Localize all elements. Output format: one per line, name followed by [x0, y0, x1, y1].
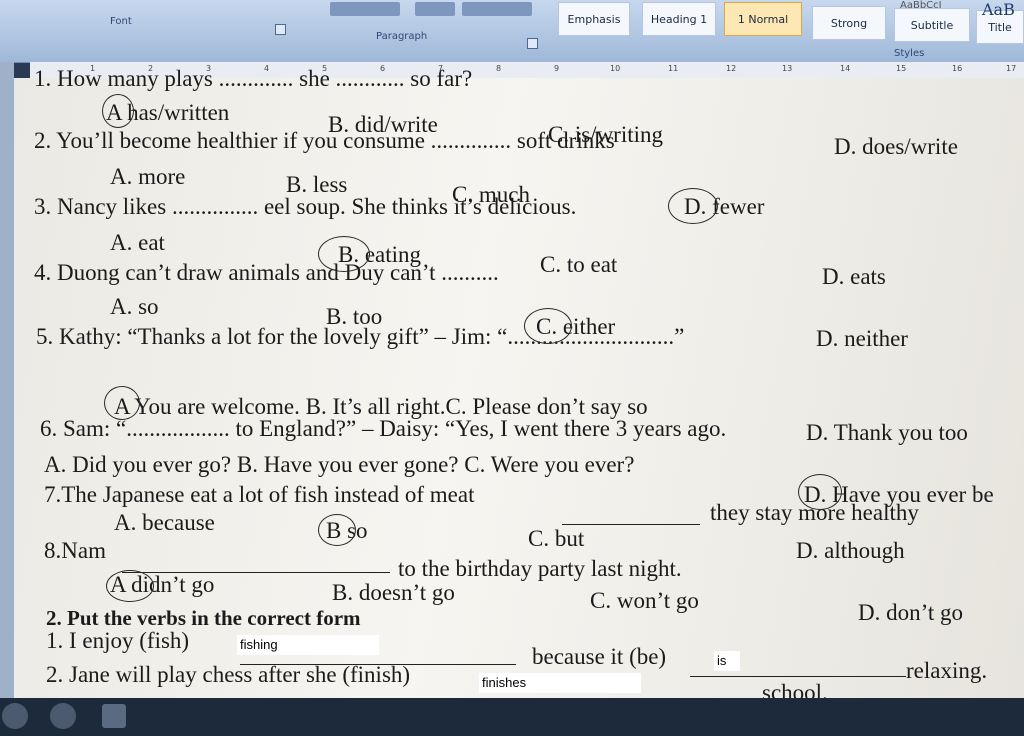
answer-circle-q6	[798, 474, 842, 510]
answer-box-is[interactable]: is	[714, 651, 740, 671]
style-preview-title: AaB	[982, 0, 1015, 19]
answer-circle-q1	[102, 94, 134, 128]
q7-option-a: A. because	[114, 510, 215, 535]
q3-option-a: A. eat	[110, 230, 165, 255]
style-preview-subtitle: AaBbCcI	[900, 0, 942, 11]
q3-option-d: D. eats	[822, 264, 886, 289]
style-strong[interactable]: Strong	[812, 6, 886, 40]
ruler-tick: 12	[726, 64, 737, 73]
q6-stem: 6. Sam: “.................. to England?”…	[40, 416, 727, 441]
paragraph-group-label: Paragraph	[376, 31, 428, 42]
q2-stem: 2. You’ll become healthier if you consum…	[34, 128, 615, 153]
answer-circle-q4	[524, 308, 572, 344]
q7-stem: 7.The Japanese eat a lot of fish instead…	[44, 482, 475, 507]
q1-option-d: D. does/write	[834, 134, 958, 159]
verb1-tail: because it (be)	[532, 644, 667, 669]
answer-circle-q2	[668, 188, 718, 224]
q8-stem: 8.Nam	[44, 538, 106, 563]
style-subtitle[interactable]: Subtitle	[894, 8, 970, 42]
q4-option-d: D. neither	[816, 326, 908, 351]
style-heading-1[interactable]: Heading 1	[642, 2, 716, 36]
q7-option-d: D. although	[796, 538, 905, 563]
start-button-icon[interactable]	[2, 703, 28, 729]
q6-options: A. Did you ever go? B. Have you ever gon…	[44, 452, 635, 477]
answer-circle-q8	[106, 570, 154, 602]
ruler-tick: 15	[896, 64, 907, 73]
styles-group-label: Styles	[894, 48, 925, 59]
answer-circle-q7	[318, 514, 356, 546]
style-emphasis[interactable]: Emphasis	[558, 2, 630, 36]
browser-icon[interactable]	[50, 703, 76, 729]
q2-option-a: A. more	[110, 164, 186, 189]
q1-stem: 1. How many plays ............. she ....…	[34, 66, 473, 91]
verb1-stem: 1. I enjoy (fish)	[46, 628, 190, 653]
border-buttons[interactable]	[462, 2, 532, 16]
verb1-blank-2	[690, 676, 906, 677]
indent-buttons[interactable]	[415, 2, 455, 16]
verb1-end: relaxing.	[906, 658, 988, 683]
q8-tail: to the birthday party last night.	[398, 556, 682, 581]
paragraph-dialog-launcher[interactable]	[527, 38, 538, 49]
q7-option-c: C. but	[528, 526, 585, 551]
ruler-tick: 9	[554, 64, 560, 73]
font-group-label: Font	[110, 16, 132, 27]
q8-option-b: B. doesn’t go	[332, 580, 455, 605]
vertical-ruler	[0, 62, 14, 702]
q3-stem: 3. Nancy likes ............... eel soup.…	[34, 194, 577, 219]
toolbar-buttons[interactable]	[330, 2, 400, 16]
folder-icon[interactable]	[102, 704, 126, 728]
font-dialog-launcher[interactable]	[275, 24, 286, 35]
q7-blank	[562, 524, 700, 525]
ribbon: Font Paragraph Emphasis Heading 1 1 Norm…	[0, 0, 1024, 63]
ruler-tick: 8	[496, 64, 502, 73]
ruler-tick: 17	[1006, 64, 1017, 73]
answer-box-finishes[interactable]: finishes	[479, 673, 641, 693]
q4-option-a: A. so	[110, 294, 159, 319]
document-page[interactable]: 1. How many plays ............. she ....…	[14, 66, 1024, 705]
answer-circle-q3	[318, 236, 370, 272]
ruler-tick: 16	[952, 64, 963, 73]
q8-option-d: D. don’t go	[858, 600, 963, 625]
answer-box-fishing[interactable]: fishing	[237, 635, 379, 655]
q8-option-c: C. won’t go	[590, 588, 699, 613]
q3-option-c: C. to eat	[540, 252, 618, 277]
q5-option-d: D. Thank you too	[806, 420, 968, 445]
ruler-tick: 11	[668, 64, 679, 73]
ruler-tick: 10	[610, 64, 621, 73]
answer-circle-q5	[104, 386, 140, 420]
ruler-tick: 14	[840, 64, 851, 73]
verb2-stem: 2. Jane will play chess after she (finis…	[46, 662, 411, 687]
q5-stem: 5. Kathy: “Thanks a lot for the lovely g…	[36, 324, 685, 349]
q4-stem: 4. Duong can’t draw animals and Duy can’…	[34, 260, 499, 285]
ruler-tick: 13	[782, 64, 793, 73]
taskbar	[0, 698, 1024, 736]
style-normal[interactable]: 1 Normal	[724, 2, 802, 36]
